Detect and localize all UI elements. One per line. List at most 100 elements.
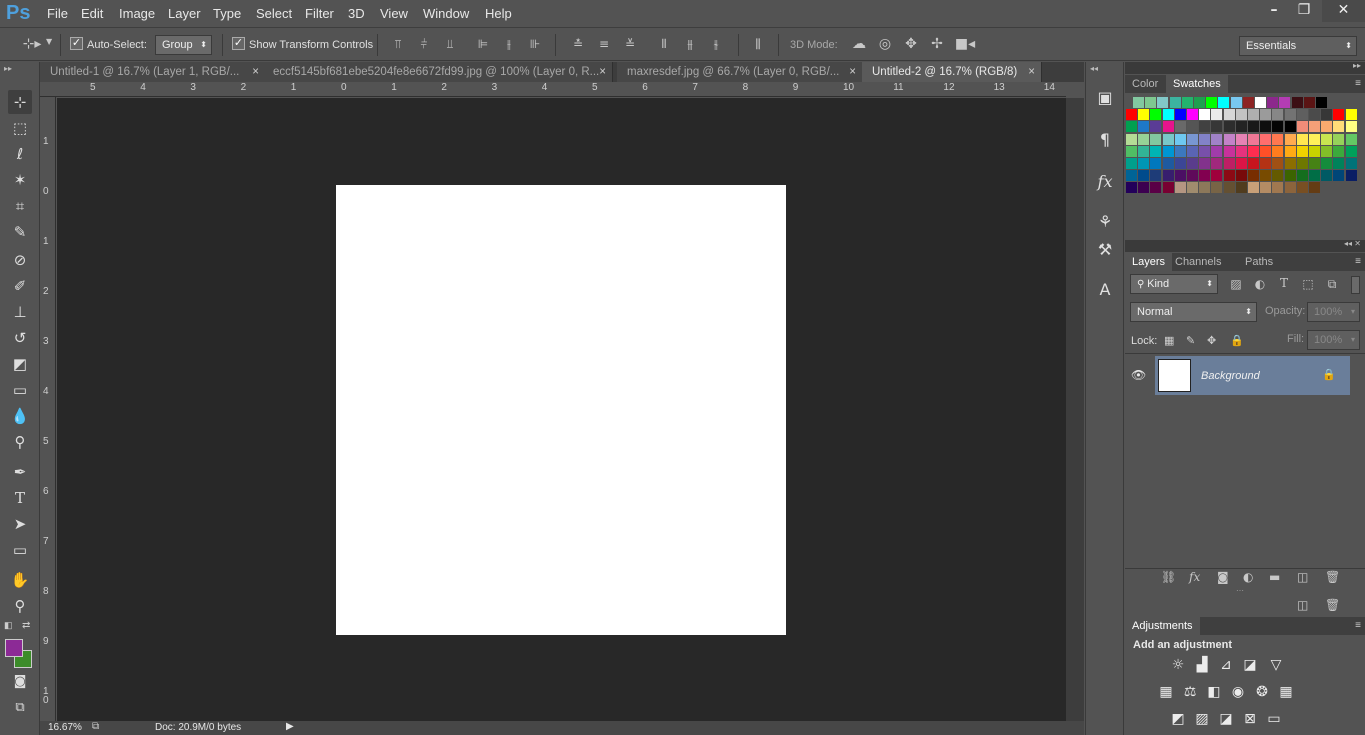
swatch[interactable] (1126, 133, 1137, 145)
exposure-icon[interactable]: ◪ (1240, 657, 1260, 675)
restore-button[interactable]: ❐ (1287, 0, 1321, 22)
swatch[interactable] (1187, 158, 1198, 169)
panel-menu-icon[interactable]: ≡ (1355, 620, 1361, 631)
swatch[interactable] (1138, 158, 1150, 169)
swatch[interactable] (1279, 97, 1291, 108)
swatch[interactable] (1309, 121, 1320, 133)
swatch[interactable] (1316, 97, 1327, 108)
swatch[interactable] (1138, 182, 1150, 194)
fx-icon[interactable]: fx (1189, 570, 1200, 584)
photo-filter-icon[interactable]: ◉ (1228, 684, 1248, 702)
swatch[interactable] (1150, 170, 1162, 182)
menu-view[interactable]: View (380, 6, 408, 21)
menu-filter[interactable]: Filter (305, 6, 334, 21)
swatch[interactable] (1296, 109, 1308, 121)
swatch[interactable] (1187, 109, 1198, 121)
lock-all-icon[interactable]: 🔒 (1230, 334, 1244, 347)
menu-file[interactable]: File (47, 6, 68, 21)
swatch[interactable] (1235, 170, 1247, 182)
swatch[interactable] (1174, 158, 1186, 169)
swatch[interactable] (1235, 121, 1247, 133)
swatch[interactable] (1321, 109, 1333, 121)
swatch[interactable] (1133, 97, 1144, 108)
swatch[interactable] (1206, 97, 1218, 108)
swatch[interactable] (1284, 158, 1296, 169)
swatch[interactable] (1223, 133, 1235, 145)
opacity-input[interactable]: 100% ▾ (1307, 302, 1360, 322)
align-top-edges-icon[interactable]: ⫪ (390, 37, 406, 52)
tab-maxresdef-jpg[interactable]: maxresdef.jpg @ 66.7% (Layer 0, RGB/... × (617, 62, 863, 82)
tab-untitled-1[interactable]: Untitled-1 @ 16.7% (Layer 1, RGB/... × (40, 62, 266, 82)
character-panel-icon[interactable]: A (1092, 278, 1118, 302)
tab-layers[interactable]: Layers (1125, 253, 1173, 271)
swatch[interactable] (1260, 158, 1272, 169)
swatch[interactable] (1181, 97, 1193, 108)
swatch[interactable] (1333, 170, 1345, 182)
type-layer-filter-icon[interactable]: T (1276, 276, 1292, 290)
slide-3d-icon[interactable]: ✢ (928, 36, 946, 52)
align-horizontal-centers-icon[interactable]: ⫲ (501, 37, 517, 52)
menu-type[interactable]: Type (213, 6, 241, 21)
swatch[interactable] (1126, 145, 1137, 157)
swatch[interactable] (1211, 158, 1223, 169)
swatch[interactable] (1211, 109, 1223, 121)
drag-3d-icon[interactable]: ✥ (902, 36, 920, 52)
swatch[interactable] (1150, 121, 1162, 133)
swatch[interactable] (1174, 182, 1186, 194)
swatch[interactable] (1211, 121, 1223, 133)
collapse-icon[interactable]: ◂◂ (1090, 64, 1098, 73)
swatch[interactable] (1174, 145, 1186, 157)
swatch[interactable] (1296, 182, 1308, 194)
pixel-layer-filter-icon[interactable]: ▨ (1228, 277, 1244, 291)
tab-paths[interactable]: Paths (1238, 253, 1280, 271)
swatch[interactable] (1296, 145, 1308, 157)
swatch[interactable] (1255, 97, 1266, 108)
swatch[interactable] (1162, 170, 1174, 182)
swatch[interactable] (1267, 97, 1279, 108)
invert-icon[interactable]: ◩ (1168, 711, 1188, 729)
tab-swatches[interactable]: Swatches (1166, 75, 1228, 93)
swatch[interactable] (1284, 121, 1296, 133)
swatch[interactable] (1260, 121, 1272, 133)
fill-input[interactable]: 100% ▾ (1307, 330, 1360, 350)
swatch[interactable] (1333, 158, 1345, 169)
swatch[interactable] (1211, 145, 1223, 157)
status-menu-arrow-icon[interactable]: ▶ (286, 721, 294, 732)
swatch[interactable] (1309, 109, 1320, 121)
swatch[interactable] (1235, 158, 1247, 169)
swatch[interactable] (1242, 97, 1254, 108)
swatch[interactable] (1138, 170, 1150, 182)
swatch[interactable] (1309, 182, 1320, 194)
close-tab-icon[interactable]: × (1028, 62, 1035, 82)
swatch[interactable] (1187, 133, 1198, 145)
swatch[interactable] (1211, 170, 1223, 182)
history-panel-icon[interactable]: ▣ (1092, 86, 1118, 110)
swatch[interactable] (1199, 182, 1211, 194)
smart-object-filter-icon[interactable]: ⧉ (1324, 277, 1340, 292)
tab-color[interactable]: Color (1125, 75, 1165, 93)
default-colors-icon[interactable]: ◧ (4, 620, 13, 631)
swatch[interactable] (1260, 109, 1272, 121)
vertical-scrollbar[interactable] (1066, 98, 1084, 721)
lasso-tool-icon[interactable]: ℓ (8, 142, 32, 166)
auto-select-checkbox[interactable]: ✓ (70, 37, 83, 50)
swatch[interactable] (1223, 109, 1235, 121)
swatch[interactable] (1296, 170, 1308, 182)
collapse-icon[interactable]: ▸▸ (1353, 61, 1361, 70)
swatch[interactable] (1162, 145, 1174, 157)
swatch[interactable] (1223, 170, 1235, 182)
crop-tool-icon[interactable]: ⌗ (8, 194, 32, 218)
dodge-tool-icon[interactable]: ⚲ (8, 430, 32, 454)
swatch[interactable] (1223, 121, 1235, 133)
swatch[interactable] (1260, 170, 1272, 182)
chevron-down-icon[interactable]: ▼ (46, 37, 52, 46)
distribute-top-edges-icon[interactable]: ≛ (570, 37, 586, 51)
swatch[interactable] (1138, 133, 1150, 145)
swatch[interactable] (1284, 145, 1296, 157)
zoom-tool-icon[interactable]: ⚲ (8, 594, 32, 618)
close-tab-icon[interactable]: × (599, 62, 606, 82)
filter-toggle[interactable] (1351, 276, 1360, 294)
swatch[interactable] (1126, 158, 1137, 169)
swatch[interactable] (1272, 133, 1284, 145)
swatch[interactable] (1260, 133, 1272, 145)
